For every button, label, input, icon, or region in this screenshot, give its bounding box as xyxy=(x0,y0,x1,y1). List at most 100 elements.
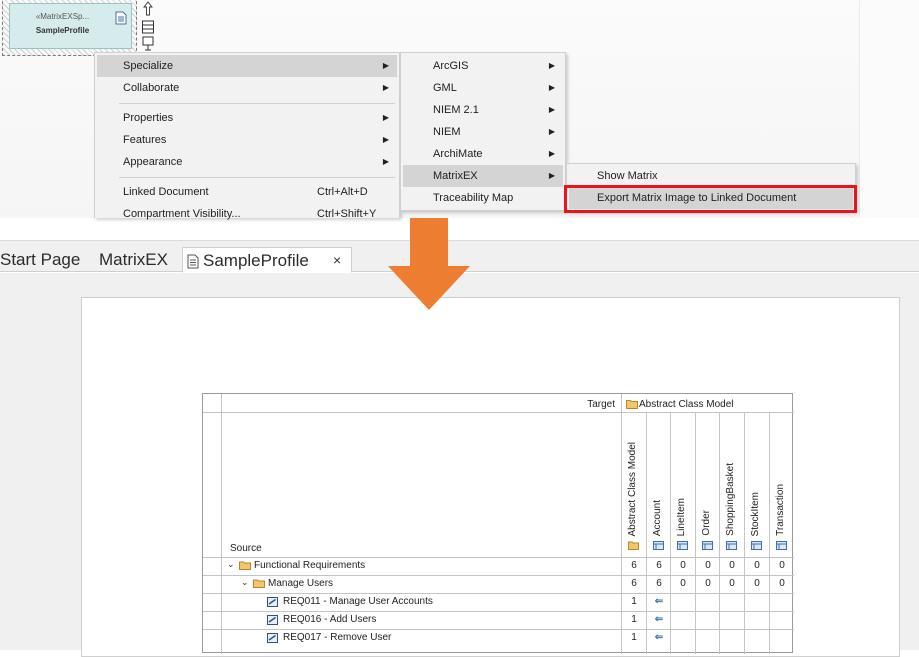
menu-item-niem-2-1[interactable]: NIEM 2.1 ▶ xyxy=(403,99,563,121)
matrix-cell[interactable]: 0 xyxy=(696,578,720,589)
matrix-cell[interactable]: 6 xyxy=(647,578,671,589)
matrix-row[interactable]: REQ016 - Add Users 1 ⇐ xyxy=(203,612,794,630)
menu-item-label: Traceability Map xyxy=(433,192,514,204)
linked-document-icon xyxy=(115,11,127,25)
menu-separator xyxy=(119,177,395,178)
matrix-cell[interactable]: 1 xyxy=(622,596,646,607)
matrix-cell[interactable]: 0 xyxy=(745,560,769,571)
diagram-element-selected[interactable]: «MatrixEXSp... SampleProfile xyxy=(2,0,137,56)
menu-item-gml[interactable]: GML ▶ xyxy=(403,77,563,99)
row-label: REQ011 - Manage User Accounts xyxy=(283,596,433,607)
matrix-cell[interactable]: 0 xyxy=(720,560,744,571)
relationship-arrow-icon[interactable]: ⇐ xyxy=(647,614,671,625)
tab-matrixex[interactable]: MatrixEX xyxy=(99,247,168,273)
submenu-arrow-icon: ▶ xyxy=(548,149,555,158)
menu-item-label: GML xyxy=(433,82,457,94)
matrix-cell[interactable]: 1 xyxy=(622,632,646,643)
matrix-cell[interactable]: 0 xyxy=(671,560,695,571)
class-icon xyxy=(653,541,664,550)
down-arrow-icon xyxy=(388,218,470,310)
submenu-arrow-icon: ▶ xyxy=(548,61,555,70)
menu-item-label: Collaborate xyxy=(123,82,180,94)
column-label: LineItem xyxy=(676,497,687,536)
submenu-arrow-icon: ▶ xyxy=(548,83,555,92)
element-tool-icon xyxy=(142,36,154,51)
menu-item-label: ArchiMate xyxy=(433,148,483,160)
submenu-arrow-icon: ▶ xyxy=(548,127,555,136)
properties-list-icon xyxy=(142,20,154,34)
relationship-arrow-icon[interactable]: ⇐ xyxy=(647,632,671,643)
tab-sampleprofile[interactable]: SampleProfile xyxy=(182,247,352,273)
row-label: REQ017 - Remove User xyxy=(283,632,392,643)
document-icon xyxy=(187,254,199,269)
matrix-cell[interactable]: 6 xyxy=(647,560,671,571)
menu-item-specialize[interactable]: Specialize ▶ xyxy=(97,55,397,77)
folder-icon xyxy=(626,400,638,409)
matrix-row[interactable]: REQ011 - Manage User Accounts 1 ⇐ xyxy=(203,594,794,612)
menu-item-show-matrix[interactable]: Show Matrix xyxy=(569,165,853,187)
folder-icon xyxy=(239,561,251,570)
matrix-target-label: Target xyxy=(587,399,615,410)
matrix-cell[interactable]: 6 xyxy=(622,560,646,571)
menu-item-label: Linked Document xyxy=(123,186,209,198)
column-header: LineItem xyxy=(671,424,695,554)
requirement-icon xyxy=(267,597,278,607)
quicklinker-arrow-icon xyxy=(143,1,153,16)
menu-item-shortcut: Ctrl+Shift+Y xyxy=(317,208,377,220)
submenu-arrow-icon: ▶ xyxy=(382,83,389,92)
matrix-target-model: Abstract Class Model xyxy=(639,399,734,410)
menu-item-niem[interactable]: NIEM ▶ xyxy=(403,121,563,143)
menu-item-appearance[interactable]: Appearance ▶ xyxy=(97,151,397,173)
matrix-cell[interactable]: 0 xyxy=(720,578,744,589)
matrix-row[interactable]: ⌄ Functional Requirements 6 6 0 0 0 0 0 xyxy=(203,558,794,576)
menu-item-label: NIEM 2.1 xyxy=(433,104,479,116)
quicklinker-toolbar[interactable] xyxy=(141,0,155,54)
column-header: Transaction xyxy=(770,424,794,554)
submenu-arrow-icon: ▶ xyxy=(382,135,389,144)
menu-item-label: Features xyxy=(123,134,167,146)
row-label: REQ016 - Add Users xyxy=(283,614,377,625)
menu-item-compartment-visibility[interactable]: Compartment Visibility... Ctrl+Shift+Y xyxy=(97,203,397,225)
matrix-cell[interactable]: 1 xyxy=(622,614,646,625)
column-label: Account xyxy=(652,499,663,536)
menu-item-features[interactable]: Features ▶ xyxy=(97,129,397,151)
matrix-source-label: Source xyxy=(230,543,262,554)
menu-item-arcgis[interactable]: ArcGIS ▶ xyxy=(403,55,563,77)
highlight-box xyxy=(564,185,857,213)
requirement-icon xyxy=(267,633,278,643)
menu-item-label: Properties xyxy=(123,112,174,124)
matrix-cell[interactable]: 0 xyxy=(770,560,794,571)
column-label: StockItem xyxy=(750,491,761,536)
class-icon xyxy=(726,541,737,550)
matrix-cell[interactable]: 0 xyxy=(745,578,769,589)
column-label: Transaction xyxy=(775,484,786,536)
menu-item-properties[interactable]: Properties ▶ xyxy=(97,107,397,129)
menu-item-linked-document[interactable]: Linked Document Ctrl+Alt+D xyxy=(97,181,397,203)
tab-start-page[interactable]: Start Page xyxy=(0,247,80,273)
row-label: Manage Users xyxy=(268,578,334,589)
matrix-row[interactable]: REQ017 - Remove User 1 ⇐ xyxy=(203,630,794,648)
element-stereotype: «MatrixEXSp... xyxy=(35,12,90,21)
menu-item-label: Compartment Visibility... xyxy=(123,208,241,220)
matrix-cell[interactable]: 0 xyxy=(770,578,794,589)
column-header: ShoppingBasket xyxy=(720,424,744,554)
menu-item-label: NIEM xyxy=(433,126,461,138)
class-icon xyxy=(751,541,762,550)
relationship-arrow-icon[interactable]: ⇐ xyxy=(647,596,671,607)
matrix-cell[interactable]: 0 xyxy=(671,578,695,589)
diagram-element-body[interactable]: «MatrixEXSp... SampleProfile xyxy=(9,3,132,49)
menu-item-collaborate[interactable]: Collaborate ▶ xyxy=(97,77,397,99)
menu-item-matrixex[interactable]: MatrixEX ▶ xyxy=(403,165,563,187)
matrix-cell[interactable]: 0 xyxy=(696,560,720,571)
grid-line xyxy=(203,412,794,413)
chevron-down-icon[interactable]: ⌄ xyxy=(227,559,235,570)
submenu-arrow-icon: ▶ xyxy=(382,157,389,166)
chevron-down-icon[interactable]: ⌄ xyxy=(241,577,249,588)
matrix-cell[interactable]: 6 xyxy=(622,578,646,589)
column-header: Account xyxy=(647,424,671,554)
column-label: ShoppingBasket xyxy=(725,463,736,536)
menu-item-archimate[interactable]: ArchiMate ▶ xyxy=(403,143,563,165)
matrix-row[interactable]: ⌄ Manage Users 6 6 0 0 0 0 0 xyxy=(203,576,794,594)
close-icon[interactable]: × xyxy=(333,247,341,273)
menu-item-traceability-map[interactable]: Traceability Map xyxy=(403,187,563,209)
